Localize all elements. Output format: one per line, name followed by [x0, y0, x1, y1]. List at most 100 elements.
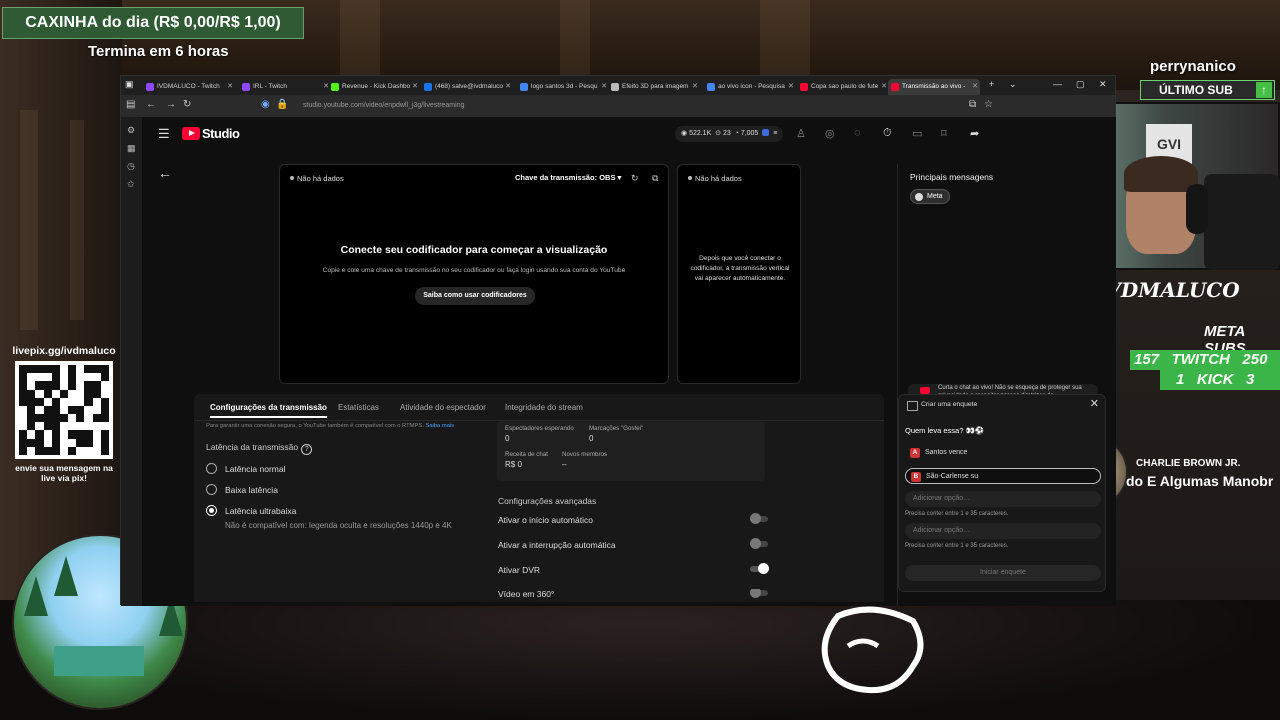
learn-more-link[interactable]: Saiba mais [425, 423, 454, 429]
poll-option-d[interactable]: Adicionar opção... [905, 523, 1101, 539]
timer-icon[interactable]: ⏱ [883, 127, 892, 140]
tab-close-icon[interactable]: ✕ [881, 79, 887, 95]
tab-stream-settings[interactable]: Configurações da transmissão [210, 403, 327, 418]
tab-close-icon[interactable]: ✕ [692, 79, 698, 95]
url-field[interactable]: studio.youtube.com/video/enpdwll_j3g/liv… [303, 98, 1003, 114]
meta-chip[interactable]: Meta [910, 189, 950, 204]
tab-favicon-icon [707, 83, 715, 91]
stream-key-label: Chave da transmissão: OBS [515, 173, 616, 182]
chat-title[interactable]: Principais mensagens [910, 172, 993, 182]
maximize-button[interactable]: ▢ [1076, 79, 1085, 90]
screenshot-icon[interactable]: ⧉ [969, 99, 976, 110]
headset-icon [1186, 184, 1208, 234]
share-icon[interactable]: ➦ [970, 127, 979, 140]
waiting-value: 0 [505, 434, 510, 443]
help-icon[interactable]: ? [301, 444, 313, 455]
radio-selected-icon[interactable] [206, 505, 217, 516]
twitch-subs-row: 157 TWITCH 250 [1130, 350, 1280, 370]
new-tab-button[interactable]: + [989, 79, 994, 89]
tab-stream-health[interactable]: Integridade do stream [505, 403, 583, 412]
history-icon[interactable]: ◷ [127, 161, 135, 172]
tab-close-icon[interactable]: ✕ [505, 79, 511, 95]
collections-icon[interactable]: ▦ [127, 143, 136, 154]
learn-encoders-button[interactable]: Saiba como usar codificadores [415, 287, 535, 305]
tab-viewer-activity[interactable]: Atividade do espectador [400, 403, 486, 412]
latency-label: Latência da transmissão? [206, 442, 313, 455]
browser-tab[interactable]: (468) salve@ivdmaluco ✕ [421, 79, 513, 95]
latency-note: Não é compatível com: legenda oculta e r… [225, 521, 452, 530]
qr-code [15, 361, 113, 459]
radio-icon[interactable] [206, 463, 217, 474]
back-arrow-icon[interactable]: ← [158, 165, 172, 181]
tab-close-icon[interactable]: ✕ [972, 79, 978, 95]
card-icon[interactable]: ▭ [912, 127, 922, 140]
browser-tab[interactable]: Copa sao paulo de fute ✕ [797, 79, 889, 95]
refresh-icon[interactable]: ↻ [631, 173, 639, 184]
chevron-down-icon[interactable]: ⌄ [1009, 79, 1017, 90]
sidebar-toggle-icon[interactable]: ▤ [126, 99, 135, 110]
settings-icon[interactable]: ⚙ [127, 125, 135, 136]
forward-button[interactable]: → [166, 99, 176, 110]
favorite-icon[interactable]: ☆ [984, 99, 993, 110]
tab-statistics[interactable]: Estatísticas [338, 403, 379, 412]
poll-option-c[interactable]: Adicionar opção... [905, 491, 1101, 507]
tab-close-icon[interactable]: ✕ [601, 79, 607, 95]
twitch-subs-label: TWITCH [1171, 351, 1230, 368]
poll-option-b[interactable]: B São-Carlense su [905, 468, 1101, 484]
site-info-icon[interactable]: ◉ [261, 99, 270, 110]
stream-key-select[interactable]: Chave da transmissão: OBS ▾ [515, 173, 621, 182]
video360-toggle[interactable] [750, 589, 768, 598]
start-poll-button[interactable]: Iniciar enquete [905, 565, 1101, 581]
tab-strip: ▣ IVDMALUCO - Twitch ✕ IRL - Twitch ✕ Revenu… [121, 76, 1115, 95]
members-value: – [562, 460, 567, 469]
close-window-button[interactable]: ✕ [1099, 79, 1107, 90]
dvr-toggle[interactable] [750, 563, 769, 574]
autostop-toggle[interactable] [750, 538, 768, 549]
bookmark-icon[interactable]: ⌑ [941, 127, 947, 140]
tab-close-icon[interactable]: ✕ [227, 79, 233, 95]
latency-ultralow-option[interactable]: Latência ultrabaixa [206, 505, 296, 516]
members-label: Novos membros [562, 451, 608, 458]
browser-tab[interactable]: logo santos 3d - Pesqu ✕ [517, 79, 609, 95]
browser-tab[interactable]: IVDMALUCO - Twitch ✕ [143, 79, 235, 95]
tab-close-icon[interactable]: ✕ [412, 79, 418, 95]
autostart-toggle[interactable] [750, 513, 768, 524]
poll-header: Criar uma enquete [907, 401, 977, 411]
latency-normal-option[interactable]: Latência normal [206, 463, 285, 474]
tab-favicon-icon [242, 83, 250, 91]
connect-title: Conecte seu codificador para começar a v… [340, 244, 608, 256]
tab-label: Efeito 3D para imagem [622, 83, 689, 90]
browser-tab[interactable]: Transmissão ao vivo - ✕ [888, 79, 980, 95]
poll-option-a[interactable]: A Santos vence [905, 445, 1101, 461]
last-sub-label: ÚLTIMO SUB [1159, 83, 1233, 97]
kick-subs-label: KICK [1196, 371, 1234, 388]
browser-tab[interactable]: IRL - Twitch ✕ [239, 79, 331, 95]
studio-brand: Studio [202, 126, 240, 141]
browser-tab[interactable]: Efeito 3D para imagem ✕ [608, 79, 700, 95]
browser-tab[interactable]: ao vivo icon - Pesquisa ✕ [704, 79, 796, 95]
poll-creator: Criar uma enquete ✕ Quem leva essa? 👀⚽ A… [898, 394, 1106, 592]
browser-tab[interactable]: Revenue - Kick Dashbo ✕ [328, 79, 420, 95]
trophy-icon[interactable]: ♙ [796, 127, 806, 140]
favorites-icon[interactable]: ✩ [127, 179, 135, 190]
tab-favicon-icon [800, 83, 808, 91]
back-button[interactable]: ← [146, 99, 156, 110]
settings-panel: Configurações da transmissão Estatística… [194, 394, 884, 602]
poll-question-field[interactable]: Quem leva essa? 👀⚽ [905, 426, 984, 435]
option-b-badge: B [911, 472, 921, 482]
monetize-icon[interactable]: ◎ [825, 127, 835, 140]
latency-low-option[interactable]: Baixa latência [206, 484, 278, 495]
plus-icon: ↑ [1256, 82, 1272, 98]
youtube-logo-icon[interactable] [182, 127, 200, 140]
poll-icon[interactable]: ◌ [854, 127, 861, 139]
radio-icon[interactable] [206, 484, 217, 495]
last-sub-badge: ÚLTIMO SUB ↑ [1140, 80, 1275, 100]
reload-button[interactable]: ↻ [183, 99, 191, 110]
tab-close-icon[interactable]: ✕ [788, 79, 794, 95]
donation-goal-banner: CAXINHA do dia (R$ 0,00/R$ 1,00) [2, 7, 304, 39]
copy-icon[interactable]: ⧉ [652, 173, 658, 184]
minimize-button[interactable]: — [1053, 79, 1062, 89]
close-icon[interactable]: ✕ [1090, 397, 1099, 410]
menu-icon[interactable]: ☰ [158, 126, 170, 142]
tab-menu-icon[interactable]: ▣ [125, 79, 134, 90]
